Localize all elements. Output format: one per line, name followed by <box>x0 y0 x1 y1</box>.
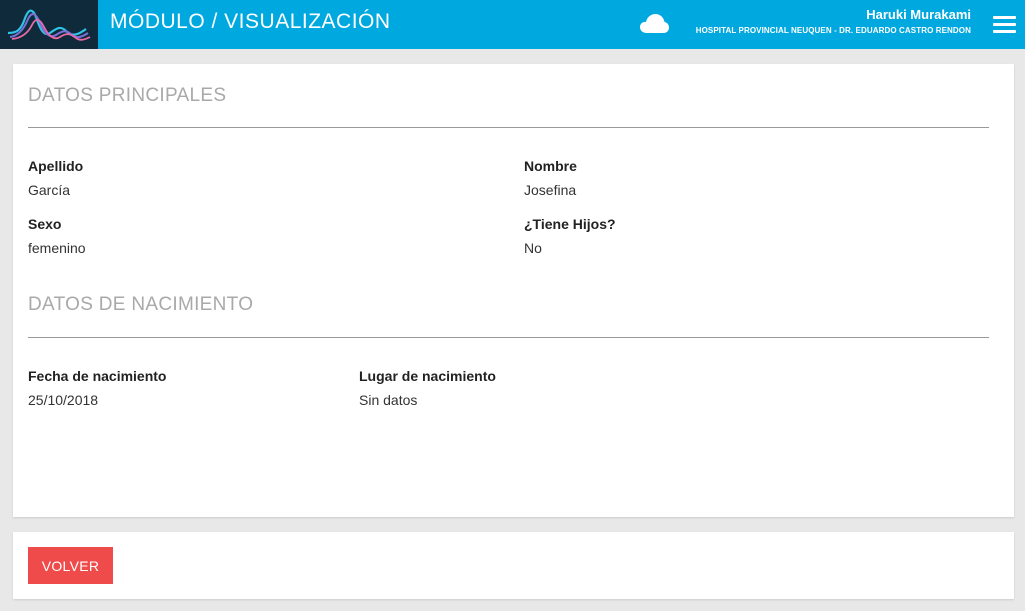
footer-actions: VOLVER <box>13 532 1014 599</box>
field-nombre: Nombre Josefina <box>524 158 577 198</box>
patient-details-card: DATOS PRINCIPALES Apellido García Nombre… <box>13 64 1014 517</box>
section-divider <box>28 337 989 338</box>
field-value: 25/10/2018 <box>28 392 99 408</box>
field-label: Lugar de nacimiento <box>359 368 496 384</box>
section-divider <box>28 127 989 128</box>
organization-name: HOSPITAL PROVINCIAL NEUQUEN - DR. EDUARD… <box>695 26 971 35</box>
cloud-icon[interactable] <box>639 12 670 34</box>
page-title: MÓDULO / VISUALIZACIÓN <box>110 10 391 33</box>
field-label: Sexo <box>28 216 62 232</box>
top-bar: MÓDULO / VISUALIZACIÓN Haruki Murakami H… <box>0 0 1025 49</box>
app-logo[interactable] <box>0 0 98 49</box>
field-label: Fecha de nacimiento <box>28 368 167 384</box>
field-lugar-nacimiento: Lugar de nacimiento Sin datos <box>359 368 496 408</box>
section-title-datos-principales: DATOS PRINCIPALES <box>28 85 227 106</box>
user-info: Haruki Murakami HOSPITAL PROVINCIAL NEUQ… <box>696 7 971 35</box>
logo-waves-icon <box>7 9 91 41</box>
back-button[interactable]: VOLVER <box>28 547 113 584</box>
user-name: Haruki Murakami <box>866 7 971 22</box>
section-title-datos-nacimiento: DATOS DE NACIMIENTO <box>28 294 254 315</box>
field-apellido: Apellido García <box>28 158 83 198</box>
field-label: Apellido <box>28 158 84 174</box>
field-value: Sin datos <box>359 392 418 408</box>
field-value: femenino <box>28 240 86 256</box>
menu-icon[interactable] <box>993 16 1016 33</box>
field-value: No <box>524 240 542 256</box>
field-value: García <box>28 182 71 198</box>
field-fecha-nacimiento: Fecha de nacimiento 25/10/2018 <box>28 368 166 408</box>
field-label: Nombre <box>524 158 577 174</box>
field-value: Josefina <box>524 182 577 198</box>
field-sexo: Sexo femenino <box>28 216 86 256</box>
field-label: ¿Tiene Hijos? <box>524 216 616 232</box>
field-tiene-hijos: ¿Tiene Hijos? No <box>524 216 616 256</box>
